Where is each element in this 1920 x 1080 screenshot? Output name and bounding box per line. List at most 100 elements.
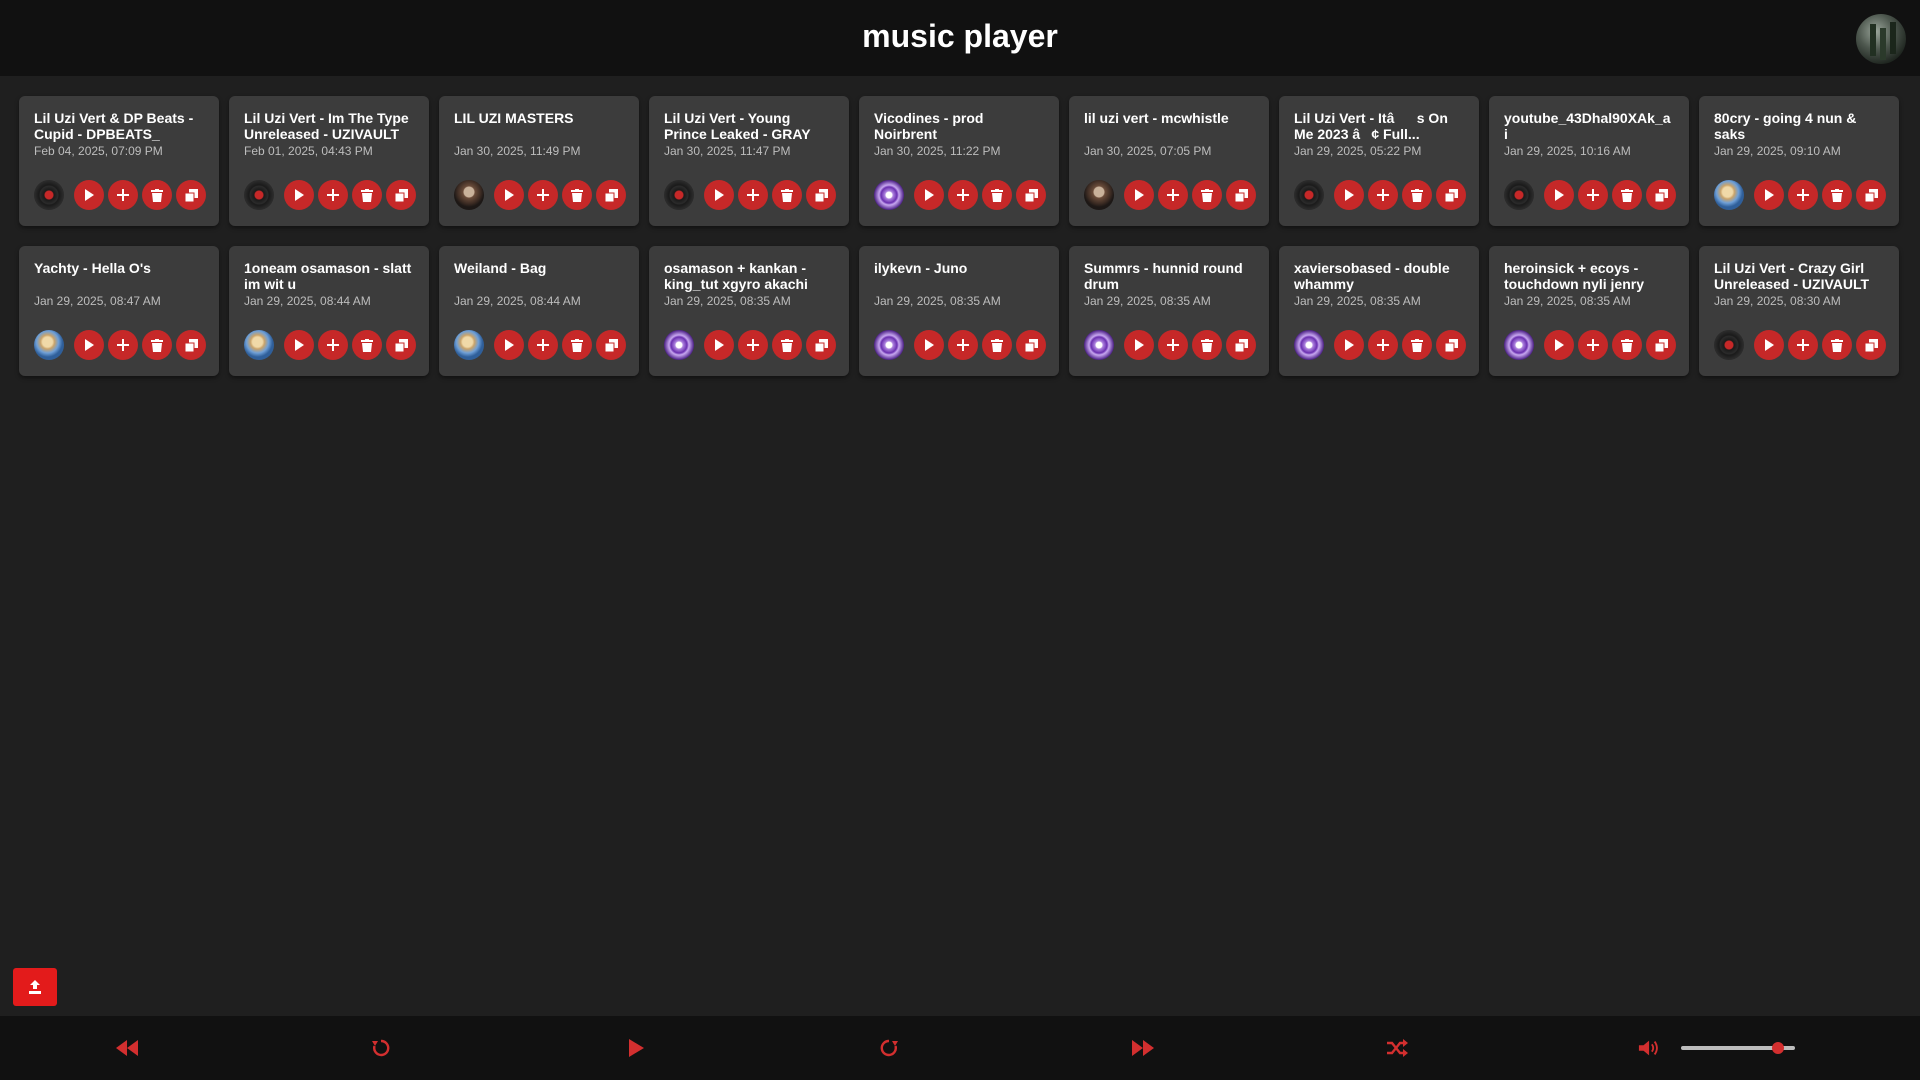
copy-button[interactable] [596, 330, 626, 360]
copy-button[interactable] [806, 330, 836, 360]
volume-slider-handle[interactable] [1771, 1042, 1784, 1054]
play-button[interactable] [1754, 180, 1784, 210]
delete-button[interactable] [982, 180, 1012, 210]
shuffle-icon[interactable] [1385, 1036, 1409, 1060]
track-card[interactable]: Lil Uzi Vert - Im The Type Unreleased - … [229, 96, 429, 226]
add-button[interactable] [318, 180, 348, 210]
track-card[interactable]: LIL UZI MASTERS Jan 30, 2025, 11:49 PM [439, 96, 639, 226]
play-button[interactable] [284, 180, 314, 210]
delete-button[interactable] [562, 330, 592, 360]
add-button[interactable] [948, 330, 978, 360]
copy-button[interactable] [176, 180, 206, 210]
copy-button[interactable] [1016, 330, 1046, 360]
copy-button[interactable] [386, 330, 416, 360]
play-icon[interactable] [624, 1036, 648, 1060]
add-button[interactable] [528, 180, 558, 210]
add-button[interactable] [738, 180, 768, 210]
play-button[interactable] [1124, 330, 1154, 360]
play-button[interactable] [74, 330, 104, 360]
track-card[interactable]: heroinsick + ecoys - touchdown nyli jenr… [1489, 246, 1689, 376]
copy-button[interactable] [596, 180, 626, 210]
add-button[interactable] [1788, 180, 1818, 210]
delete-button[interactable] [772, 330, 802, 360]
add-button[interactable] [948, 180, 978, 210]
copy-button[interactable] [1646, 180, 1676, 210]
track-card[interactable]: Lil Uzi Vert - Itâs On Me 2023 â¢ Ful… [1279, 96, 1479, 226]
add-button[interactable] [1158, 180, 1188, 210]
profile-avatar[interactable] [1856, 14, 1906, 64]
add-button[interactable] [1368, 180, 1398, 210]
add-button[interactable] [528, 330, 558, 360]
delete-button[interactable] [1612, 180, 1642, 210]
fast-forward-icon[interactable] [1131, 1036, 1155, 1060]
copy-button[interactable] [1646, 330, 1676, 360]
copy-button[interactable] [1436, 180, 1466, 210]
track-card[interactable]: Weiland - Bag Jan 29, 2025, 08:44 AM [439, 246, 639, 376]
delete-button[interactable] [352, 180, 382, 210]
add-button[interactable] [1578, 180, 1608, 210]
volume-icon[interactable] [1638, 1036, 1662, 1060]
delete-button[interactable] [1822, 330, 1852, 360]
track-card[interactable]: ilykevn - Juno Jan 29, 2025, 08:35 AM [859, 246, 1059, 376]
copy-button[interactable] [1226, 330, 1256, 360]
track-card[interactable]: youtube_43Dhal90XAk_ai Jan 29, 2025, 10:1… [1489, 96, 1689, 226]
copy-button[interactable] [1856, 180, 1886, 210]
copy-button[interactable] [1016, 180, 1046, 210]
forward-step-icon[interactable] [877, 1036, 901, 1060]
replay-icon[interactable] [369, 1036, 393, 1060]
rewind-icon[interactable] [115, 1036, 139, 1060]
copy-button[interactable] [1856, 330, 1886, 360]
add-button[interactable] [1368, 330, 1398, 360]
add-button[interactable] [1578, 330, 1608, 360]
add-button[interactable] [318, 330, 348, 360]
volume-slider[interactable] [1681, 1042, 1795, 1054]
play-button[interactable] [494, 330, 524, 360]
play-button[interactable] [914, 180, 944, 210]
delete-button[interactable] [142, 330, 172, 360]
track-card[interactable]: osamason + kankan - king_tut xgyro akach… [649, 246, 849, 376]
delete-button[interactable] [142, 180, 172, 210]
play-button[interactable] [74, 180, 104, 210]
play-button[interactable] [914, 330, 944, 360]
add-button[interactable] [108, 180, 138, 210]
delete-button[interactable] [1192, 330, 1222, 360]
delete-button[interactable] [772, 180, 802, 210]
track-card[interactable]: Vicodines - prod Noirbrent Jan 30, 2025, … [859, 96, 1059, 226]
copy-button[interactable] [386, 180, 416, 210]
delete-button[interactable] [982, 330, 1012, 360]
add-button[interactable] [738, 330, 768, 360]
play-button[interactable] [494, 180, 524, 210]
track-card[interactable]: Lil Uzi Vert - Young Prince Leaked - GRA… [649, 96, 849, 226]
copy-button[interactable] [1226, 180, 1256, 210]
play-button[interactable] [704, 180, 734, 210]
track-card[interactable]: Yachty - Hella O's Jan 29, 2025, 08:47 AM [19, 246, 219, 376]
play-button[interactable] [1124, 180, 1154, 210]
track-card[interactable]: lil uzi vert - mcwhistle Jan 30, 2025, 07… [1069, 96, 1269, 226]
add-button[interactable] [1788, 330, 1818, 360]
delete-button[interactable] [1192, 180, 1222, 210]
delete-button[interactable] [352, 330, 382, 360]
delete-button[interactable] [1822, 180, 1852, 210]
delete-button[interactable] [1612, 330, 1642, 360]
play-button[interactable] [1544, 330, 1574, 360]
track-card[interactable]: Lil Uzi Vert & DP Beats - Cupid - DPBEAT… [19, 96, 219, 226]
delete-button[interactable] [1402, 330, 1432, 360]
add-button[interactable] [1158, 330, 1188, 360]
copy-button[interactable] [176, 330, 206, 360]
delete-button[interactable] [1402, 180, 1432, 210]
track-card[interactable]: Summrs - hunnid round drum Jan 29, 2025, … [1069, 246, 1269, 376]
copy-button[interactable] [806, 180, 836, 210]
copy-button[interactable] [1436, 330, 1466, 360]
track-card[interactable]: xaviersobased - double whammy Jan 29, 202… [1279, 246, 1479, 376]
play-button[interactable] [284, 330, 314, 360]
track-card[interactable]: 80cry - going 4 nun & saks Jan 29, 2025, … [1699, 96, 1899, 226]
track-card[interactable]: Lil Uzi Vert - Crazy Girl Unreleased - U… [1699, 246, 1899, 376]
delete-button[interactable] [562, 180, 592, 210]
play-button[interactable] [1334, 180, 1364, 210]
play-button[interactable] [1544, 180, 1574, 210]
upload-button[interactable] [13, 968, 57, 1006]
play-button[interactable] [1334, 330, 1364, 360]
track-card[interactable]: 1oneam osamason - slatt im wit u Jan 29, … [229, 246, 429, 376]
play-button[interactable] [704, 330, 734, 360]
add-button[interactable] [108, 330, 138, 360]
